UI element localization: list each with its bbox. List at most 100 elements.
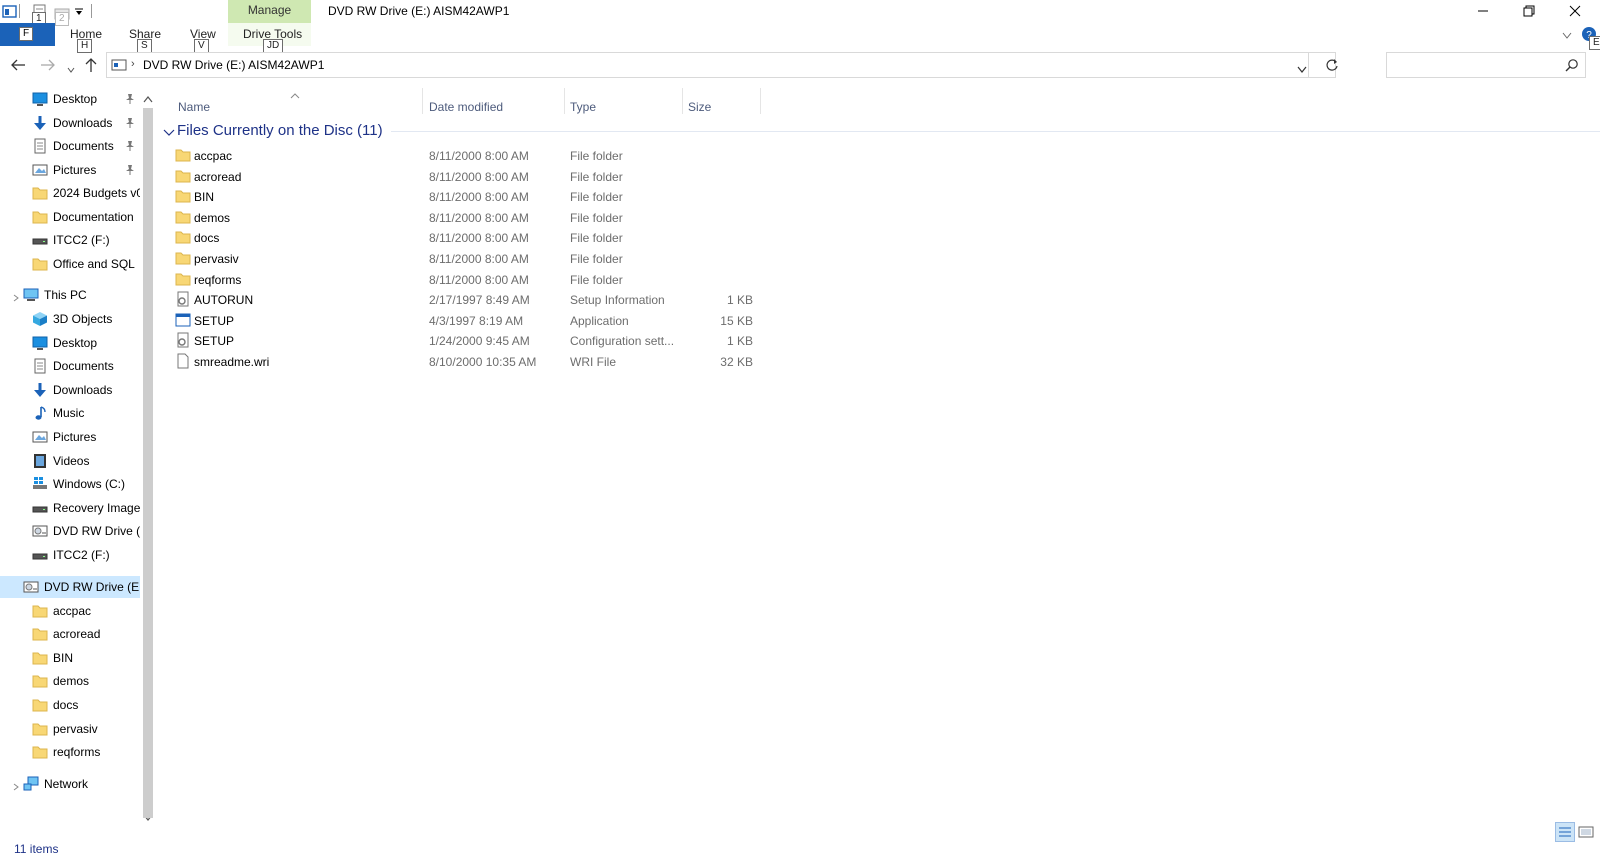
windows-drive-icon bbox=[32, 476, 48, 492]
table-row[interactable]: acroread 8/11/2000 8:00 AM File folder bbox=[173, 166, 773, 187]
quick-access-item[interactable]: 2024 Budgets v0 bbox=[32, 182, 140, 204]
file-name: smreadme.wri bbox=[194, 355, 270, 369]
file-type: Configuration sett... bbox=[570, 334, 675, 349]
address-bar-row: › DVD RW Drive (E:) AISM42AWP1 bbox=[0, 50, 1600, 82]
address-bar[interactable]: › DVD RW Drive (E:) AISM42AWP1 bbox=[106, 52, 1339, 78]
system-menu-icon[interactable] bbox=[2, 4, 18, 20]
nav-item-label: acroread bbox=[53, 627, 101, 642]
column-header-date[interactable]: Date modified bbox=[429, 100, 503, 114]
forward-arrow-icon[interactable] bbox=[40, 58, 56, 75]
column-header-type[interactable]: Type bbox=[570, 100, 596, 114]
drive-child-folder[interactable]: BIN bbox=[32, 647, 140, 669]
column-divider[interactable] bbox=[760, 88, 761, 114]
this-pc-item[interactable]: Desktop bbox=[32, 332, 140, 354]
this-pc-item[interactable]: Recovery Image bbox=[32, 497, 140, 519]
this-pc-item[interactable]: Videos bbox=[32, 450, 140, 472]
drive-child-folder[interactable]: pervasiv bbox=[32, 718, 140, 740]
table-row[interactable]: SETUP 1/24/2000 9:45 AM Configuration sett… bbox=[173, 330, 773, 351]
nav-item-label: Music bbox=[53, 406, 85, 421]
search-input[interactable] bbox=[1386, 52, 1586, 78]
restore-button[interactable] bbox=[1506, 0, 1552, 22]
application-icon bbox=[175, 312, 191, 328]
network-icon bbox=[23, 776, 39, 792]
column-header-name[interactable]: Name bbox=[178, 100, 210, 114]
minimize-button[interactable] bbox=[1460, 0, 1506, 22]
column-divider[interactable] bbox=[682, 88, 683, 114]
this-pc-item[interactable]: Documents bbox=[32, 355, 140, 377]
drive-child-folder[interactable]: demos bbox=[32, 670, 140, 692]
table-row[interactable]: SETUP 4/3/1997 8:19 AM Application 15 KB bbox=[173, 310, 773, 331]
dvd-drive-icon bbox=[111, 57, 127, 76]
table-row[interactable]: BIN 8/11/2000 8:00 AM File folder bbox=[173, 186, 773, 207]
address-history-chevron-icon[interactable] bbox=[1297, 62, 1307, 76]
pin-icon bbox=[124, 117, 136, 129]
folder-icon bbox=[175, 168, 191, 184]
ribbon-expand-chevron-icon[interactable] bbox=[1562, 29, 1572, 43]
scroll-up-chevron-icon[interactable] bbox=[143, 92, 153, 106]
drive-child-folder[interactable]: accpac bbox=[32, 600, 140, 622]
file-date: 8/11/2000 8:00 AM bbox=[429, 190, 529, 205]
recent-locations-chevron-icon[interactable] bbox=[67, 62, 75, 76]
this-pc-item[interactable]: 3D Objects bbox=[32, 308, 140, 330]
table-row[interactable]: reqforms 8/11/2000 8:00 AM File folder bbox=[173, 269, 773, 290]
quick-access-item[interactable]: Documentation bbox=[32, 206, 140, 228]
tab-manage[interactable]: Manage bbox=[228, 0, 311, 23]
expand-chevron-icon[interactable] bbox=[12, 291, 20, 305]
details-view-button[interactable] bbox=[1555, 822, 1575, 842]
file-name: reqforms bbox=[194, 272, 242, 287]
back-arrow-icon[interactable] bbox=[10, 58, 26, 75]
qat-divider bbox=[19, 4, 20, 18]
pc-icon bbox=[23, 287, 39, 303]
customize-qat-chevron-icon[interactable] bbox=[74, 6, 90, 22]
refresh-icon[interactable] bbox=[1325, 58, 1339, 75]
table-row[interactable]: smreadme.wri 8/10/2000 10:35 AM WRI File 32… bbox=[173, 351, 773, 372]
videos-icon bbox=[32, 453, 48, 469]
file-date: 8/11/2000 8:00 AM bbox=[429, 149, 529, 163]
quick-access-item[interactable]: Office and SQL bbox=[32, 253, 140, 275]
drive-icon bbox=[32, 547, 48, 563]
column-header-size[interactable]: Size bbox=[688, 100, 711, 114]
nav-item-label: 2024 Budgets v0 bbox=[53, 186, 140, 200]
table-row[interactable]: AUTORUN 2/17/1997 8:49 AM Setup Informatio… bbox=[173, 289, 773, 310]
breadcrumb[interactable]: DVD RW Drive (E:) AISM42AWP1 bbox=[143, 58, 324, 72]
nav-item-label: ITCC2 (F:) bbox=[53, 233, 110, 247]
up-arrow-icon[interactable] bbox=[84, 57, 98, 76]
drive-child-folder[interactable]: acroread bbox=[32, 623, 140, 645]
this-pc-item[interactable]: Windows (C:) bbox=[32, 473, 140, 495]
folder-icon bbox=[32, 650, 48, 666]
group-collapse-chevron-icon[interactable] bbox=[163, 126, 175, 140]
nav-item-label: DVD RW Drive (E:) bbox=[44, 579, 140, 594]
close-button[interactable] bbox=[1552, 0, 1598, 22]
table-row[interactable]: pervasiv 8/11/2000 8:00 AM File folder bbox=[173, 248, 773, 269]
this-pc-item[interactable]: Pictures bbox=[32, 426, 140, 448]
drive-child-folder[interactable]: docs bbox=[32, 694, 140, 716]
folder-icon bbox=[175, 188, 191, 204]
file-date: 8/11/2000 8:00 AM bbox=[429, 272, 529, 287]
column-divider[interactable] bbox=[422, 88, 423, 114]
nav-network[interactable]: Network bbox=[23, 773, 140, 795]
drive-icon bbox=[32, 232, 48, 248]
status-bar: 11 items bbox=[0, 822, 1600, 860]
column-divider[interactable] bbox=[564, 88, 565, 114]
this-pc-item[interactable]: Music bbox=[32, 402, 140, 424]
large-icons-view-button[interactable] bbox=[1578, 824, 1594, 843]
nav-dvd-drive-selected[interactable]: DVD RW Drive (E:) bbox=[0, 575, 140, 598]
group-header[interactable]: Files Currently on the Disc (11) bbox=[177, 122, 383, 139]
quick-access-item[interactable]: ITCC2 (F:) bbox=[32, 229, 140, 251]
nav-item-label: BIN bbox=[53, 650, 74, 665]
nav-scrollbar-thumb[interactable] bbox=[143, 108, 153, 818]
this-pc-item[interactable]: ITCC2 (F:) bbox=[32, 544, 140, 566]
breadcrumb-separator-icon[interactable]: › bbox=[131, 58, 135, 70]
this-pc-item[interactable]: DVD RW Drive (E bbox=[32, 520, 140, 542]
nav-item-label: Documentation bbox=[53, 209, 134, 224]
table-row[interactable]: demos 8/11/2000 8:00 AM File folder bbox=[173, 207, 773, 228]
pin-icon bbox=[124, 93, 136, 105]
drive-child-folder[interactable]: reqforms bbox=[32, 741, 140, 763]
file-type: File folder bbox=[570, 210, 623, 225]
this-pc-item[interactable]: Downloads bbox=[32, 379, 140, 401]
table-row[interactable]: accpac 8/11/2000 8:00 AM File folder bbox=[173, 145, 773, 166]
table-row[interactable]: docs 8/11/2000 8:00 AM File folder bbox=[173, 227, 773, 248]
nav-this-pc[interactable]: This PC bbox=[23, 284, 140, 306]
qat-keytip-2: 2 bbox=[55, 12, 69, 26]
expand-chevron-icon[interactable] bbox=[12, 780, 20, 794]
